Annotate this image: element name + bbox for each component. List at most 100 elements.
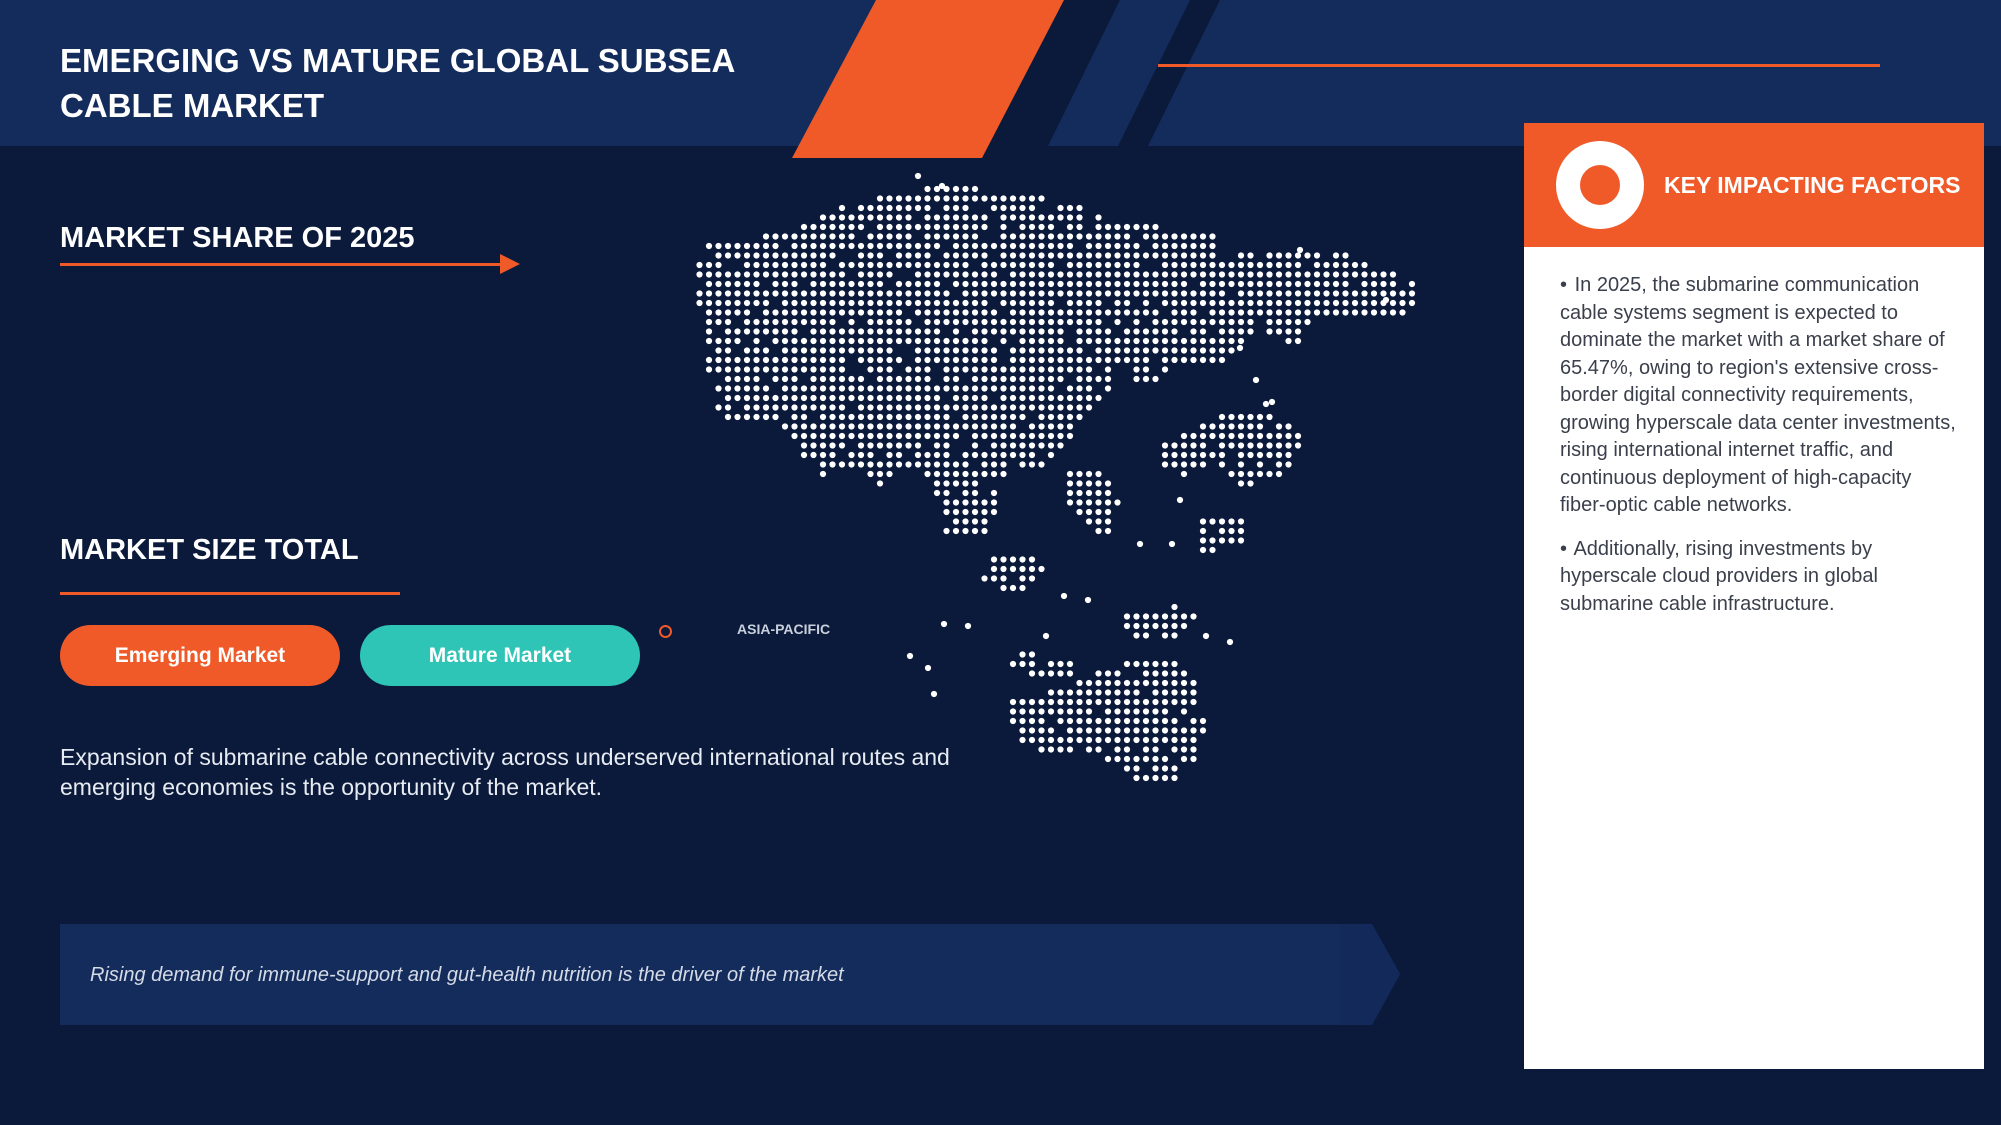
- map-dot: [1252, 376, 1260, 384]
- map-dot: [791, 233, 798, 240]
- map-dot: [962, 480, 969, 487]
- map-dot: [857, 299, 865, 307]
- map-dot: [933, 328, 941, 335]
- map-dot: [1199, 252, 1207, 259]
- map-dot: [1019, 290, 1026, 297]
- map-dot: [981, 280, 988, 288]
- map-dot: [1066, 404, 1074, 411]
- map-dot: [1019, 451, 1026, 459]
- map-dot: [781, 356, 789, 364]
- map-dot: [1209, 290, 1216, 297]
- map-dot: [1028, 461, 1036, 468]
- map-dot: [1218, 461, 1226, 468]
- map-dot: [914, 271, 922, 278]
- map-dot: [1000, 432, 1007, 440]
- map-dot: [1275, 252, 1283, 259]
- map-dot: [1000, 556, 1007, 563]
- map-dot: [781, 233, 789, 240]
- map-dot: [724, 271, 732, 278]
- map-dot: [1247, 480, 1254, 487]
- map-dot: [1171, 318, 1178, 326]
- map-dot: [1237, 527, 1245, 535]
- map-dot: [1180, 299, 1188, 307]
- map-dot: [1076, 489, 1083, 497]
- map-dot: [1123, 613, 1131, 620]
- map-dot: [1066, 708, 1074, 715]
- map-dot: [1361, 280, 1368, 288]
- map-dot: [1028, 385, 1036, 392]
- map-dot: [1066, 689, 1074, 696]
- map-dot: [1313, 261, 1321, 269]
- map-dot: [1133, 366, 1140, 373]
- map-dot: [829, 413, 836, 421]
- map-dot: [1209, 252, 1216, 259]
- map-dot: [838, 261, 846, 269]
- map-dot: [943, 489, 950, 497]
- map-dot: [781, 328, 789, 335]
- map-dot: [1114, 347, 1121, 354]
- map-dot: [1000, 375, 1007, 383]
- map-dot: [838, 404, 846, 411]
- map-dot: [1190, 233, 1197, 240]
- map-dot: [990, 375, 998, 383]
- map-dot: [1019, 337, 1026, 345]
- map-dot: [1380, 309, 1387, 316]
- map-dot: [1199, 451, 1207, 459]
- map-dot: [1114, 356, 1121, 364]
- map-dot: [829, 347, 836, 354]
- map-dot: [1047, 214, 1055, 221]
- map-dot: [1095, 280, 1102, 288]
- map-dot: [1019, 195, 1026, 202]
- map-dot: [1009, 423, 1017, 430]
- map-dot: [1161, 622, 1169, 630]
- map-dot: [905, 318, 912, 326]
- map-dot: [1095, 223, 1102, 231]
- map-dot: [905, 404, 912, 411]
- map-dot: [933, 233, 941, 240]
- map-dot: [1313, 299, 1321, 307]
- map-dot: [1190, 717, 1197, 725]
- map-dot: [990, 261, 998, 269]
- map-dot: [1275, 432, 1283, 440]
- map-dot: [810, 328, 817, 335]
- map-dot: [810, 309, 817, 316]
- map-dot: [819, 271, 827, 278]
- map-dot: [1038, 698, 1045, 706]
- map-dot: [724, 375, 732, 383]
- map-dot: [1133, 736, 1140, 744]
- map-dot: [1066, 252, 1074, 259]
- map-dot: [848, 423, 855, 430]
- map-dot: [1114, 337, 1121, 345]
- map-dot: [829, 271, 836, 278]
- map-dot: [838, 280, 846, 288]
- map-dot: [715, 280, 722, 288]
- map-dot: [753, 318, 760, 326]
- map-dot: [1019, 347, 1026, 354]
- map-dot: [800, 271, 808, 278]
- emerging-market-button[interactable]: Emerging Market: [60, 625, 340, 686]
- map-dot: [1236, 344, 1244, 352]
- map-dot: [924, 204, 931, 212]
- map-dot: [1104, 261, 1112, 269]
- map-dot: [1171, 280, 1178, 288]
- map-dot: [981, 347, 988, 354]
- map-dot: [1152, 736, 1159, 744]
- map-dot: [1237, 252, 1245, 259]
- map-dot: [962, 299, 969, 307]
- map-dot: [1237, 309, 1245, 316]
- mature-market-button[interactable]: Mature Market: [360, 625, 640, 686]
- map-dot: [1209, 432, 1216, 440]
- map-dot: [762, 328, 770, 335]
- map-dot: [943, 337, 950, 345]
- map-dot: [1038, 432, 1045, 440]
- map-dot: [1042, 632, 1050, 640]
- map-dot: [1114, 708, 1121, 715]
- map-dot: [1019, 366, 1026, 373]
- map-dot: [905, 261, 912, 269]
- map-dot: [1142, 290, 1150, 297]
- map-dot: [1104, 242, 1112, 250]
- map-dot: [867, 299, 874, 307]
- map-dot: [943, 318, 950, 326]
- map-dot: [1389, 271, 1397, 278]
- map-dot: [1209, 423, 1216, 430]
